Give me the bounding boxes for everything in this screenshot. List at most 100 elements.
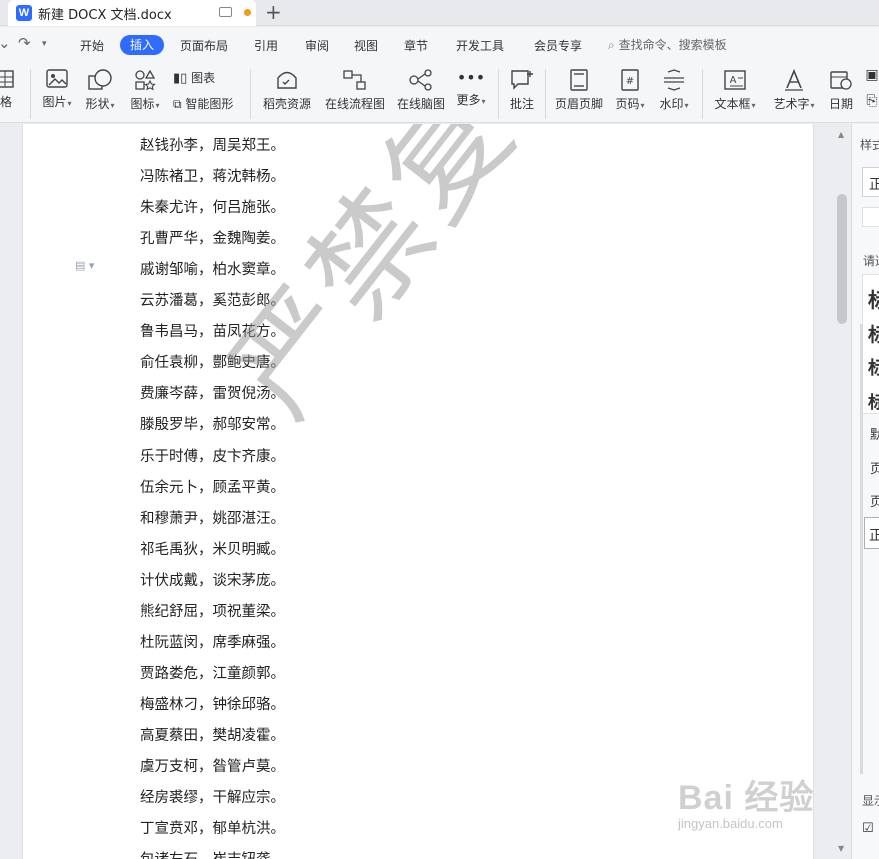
- scroll-up-arrow-icon[interactable]: ▲: [838, 130, 844, 139]
- document-tab[interactable]: W 新建 DOCX 文档.docx: [8, 0, 256, 26]
- bar-chart-icon: ▮▯: [173, 71, 188, 86]
- document-line[interactable]: 贾路娄危，江童颜郭。: [140, 662, 285, 683]
- monitor-icon[interactable]: [219, 7, 232, 17]
- scrollbar-thumb[interactable]: [837, 194, 847, 324]
- style-heading-2[interactable]: 标: [868, 320, 879, 347]
- wordart-icon: [785, 69, 803, 91]
- wordart-label: 艺术字: [773, 97, 810, 111]
- watermark-label: 水印: [659, 97, 684, 111]
- document-line[interactable]: 丁宣贲邓，郁单杭洪。: [140, 817, 285, 838]
- baidu-jingyan-watermark: Bai 经验 jingyan.baidu.com: [678, 770, 838, 840]
- watermark-button[interactable]: 水印▾: [656, 69, 692, 112]
- document-line[interactable]: 梅盛林刁，钟徐邱骆。: [140, 693, 285, 714]
- document-line[interactable]: 和穆萧尹，姚邵湛汪。: [140, 507, 285, 528]
- panel-title: 样式: [860, 138, 879, 152]
- style-header[interactable]: 页: [870, 491, 879, 510]
- online-flowchart-button[interactable]: 在线流程图: [323, 69, 387, 112]
- panel-scrollbar[interactable]: [860, 324, 863, 774]
- tab-page-layout[interactable]: 页面布局: [180, 37, 228, 54]
- icon-button[interactable]: 图标▾: [127, 69, 163, 112]
- show-checkbox-icon[interactable]: ☑: [862, 821, 874, 836]
- dropdown-chevron-icon[interactable]: ⌄: [0, 34, 11, 52]
- attachment-button[interactable]: ⎘: [862, 93, 879, 109]
- document-line[interactable]: 赵钱孙李，周吴郑王。: [140, 134, 285, 155]
- document-line[interactable]: 计伏成戴，谈宋茅庞。: [140, 569, 285, 590]
- redo-icon[interactable]: ↷: [18, 34, 31, 52]
- unsaved-dot-icon: [244, 9, 251, 16]
- tab-section[interactable]: 章节: [404, 37, 428, 54]
- mindmap-icon: [409, 69, 432, 91]
- quick-access-dropdown-icon[interactable]: ▾: [42, 39, 47, 49]
- baidu-url: jingyan.baidu.com: [678, 816, 783, 831]
- object-icon: ▣: [865, 67, 879, 83]
- object-button[interactable]: ▣: [862, 67, 879, 83]
- tab-references[interactable]: 引用: [254, 37, 278, 54]
- chart-button[interactable]: ▮▯ 图表: [173, 69, 215, 86]
- document-line[interactable]: 杜阮蓝闵，席季麻强。: [140, 631, 285, 652]
- document-line[interactable]: 冯陈褚卫，蒋沈韩杨。: [140, 165, 285, 186]
- new-tab-plus-icon[interactable]: +: [265, 1, 282, 23]
- style-action-button[interactable]: [862, 207, 879, 227]
- watermark-icon: [664, 69, 684, 91]
- scroll-down-arrow-icon[interactable]: ▼: [838, 844, 844, 853]
- document-line[interactable]: 熊纪舒屈，项祝董梁。: [140, 600, 285, 621]
- ribbon-toolbar: 格 图片▾ 形状▾ 图标▾ ▮▯ 图表 ⧉ 智能图形 稻壳资源 在线流程图 在线…: [0, 61, 879, 123]
- date-label: 日期: [828, 97, 853, 111]
- header-footer-button[interactable]: 页眉页脚: [552, 69, 606, 112]
- page-number-button[interactable]: # 页码▾: [612, 69, 648, 112]
- document-line[interactable]: 虞万支柯，昝管卢莫。: [140, 755, 285, 776]
- style-normal-label: 正: [869, 528, 879, 544]
- calendar-clock-icon: [830, 71, 852, 90]
- baidu-logo: Bai 经验: [678, 779, 815, 817]
- flowchart-label: 在线流程图: [324, 97, 385, 111]
- tab-view[interactable]: 视图: [354, 37, 378, 54]
- style-heading-4[interactable]: 标: [868, 388, 879, 413]
- page-number-label: 页码: [615, 97, 640, 111]
- style-normal-selected[interactable]: 正: [864, 517, 879, 549]
- smart-shape-button[interactable]: ⧉ 智能图形: [173, 95, 233, 112]
- textbox-icon: A: [724, 70, 746, 90]
- document-line[interactable]: 朱秦尤许，何吕施张。: [140, 196, 285, 217]
- document-line[interactable]: 祁毛禹狄，米贝明臧。: [140, 538, 285, 559]
- table-button[interactable]: 格: [0, 69, 18, 110]
- shape-button[interactable]: 形状▾: [82, 69, 118, 112]
- tab-developer[interactable]: 开发工具: [456, 37, 504, 54]
- document-page[interactable]: ▤ ▾ 赵钱孙李，周吴郑王。 冯陈褚卫，蒋沈韩杨。 朱秦尤许，何吕施张。 孔曹严华，金…: [22, 124, 814, 859]
- title-bar: W 新建 DOCX 文档.docx +: [0, 0, 879, 26]
- tab-home[interactable]: 开始: [80, 37, 104, 54]
- picture-button[interactable]: 图片▾: [38, 69, 76, 110]
- style-footer[interactable]: 页: [870, 458, 879, 477]
- document-line[interactable]: 经房裘缪，干解应宗。: [140, 786, 285, 807]
- header-footer-icon: [570, 69, 588, 91]
- more-button[interactable]: ••• 更多▾: [452, 69, 490, 108]
- document-line[interactable]: 滕殷罗毕，郝邬安常。: [140, 413, 285, 434]
- style-heading-1[interactable]: 标: [868, 284, 879, 313]
- vertical-scrollbar[interactable]: ▲ ▼: [834, 124, 850, 859]
- command-search[interactable]: ⌕ 查找命令、搜索模板: [608, 36, 727, 53]
- comment-button[interactable]: 批注: [506, 69, 538, 112]
- chart-label: 图表: [191, 71, 216, 85]
- document-line[interactable]: 包诸左石，崔吉钮龚。: [140, 848, 285, 859]
- menu-bar: ⌄ ↷ ▾ 开始 插入 页面布局 引用 审阅 视图 章节 开发工具 会员专享 ⌕…: [0, 27, 879, 61]
- date-button[interactable]: 日期: [826, 69, 856, 112]
- style-default[interactable]: 默: [870, 424, 879, 443]
- page-number-icon: #: [621, 69, 639, 91]
- tab-member[interactable]: 会员专享: [534, 37, 582, 54]
- tab-review[interactable]: 审阅: [305, 37, 329, 54]
- tab-insert[interactable]: 插入: [120, 35, 164, 55]
- style-select[interactable]: 正: [862, 167, 879, 197]
- more-dots-icon: •••: [456, 68, 486, 87]
- wordart-button[interactable]: 艺术字▾: [770, 69, 818, 112]
- online-mindmap-button[interactable]: 在线脑图: [394, 69, 448, 112]
- table-label: 格: [0, 95, 12, 109]
- document-line[interactable]: 高夏蔡田，樊胡凌霍。: [140, 724, 285, 745]
- document-line[interactable]: 伍余元卜，顾孟平黄。: [140, 476, 285, 497]
- style-heading-3[interactable]: 标: [868, 354, 879, 380]
- paragraph-layout-icon[interactable]: ▤ ▾: [75, 259, 94, 272]
- textbox-button[interactable]: A 文本框▾: [710, 69, 760, 112]
- docer-resources-button[interactable]: 稻壳资源: [260, 69, 314, 112]
- document-line[interactable]: 乐于时傅，皮卞齐康。: [140, 445, 285, 466]
- comment-icon: [511, 70, 533, 90]
- mindmap-label: 在线脑图: [396, 97, 445, 111]
- resources-icon: [277, 71, 297, 89]
